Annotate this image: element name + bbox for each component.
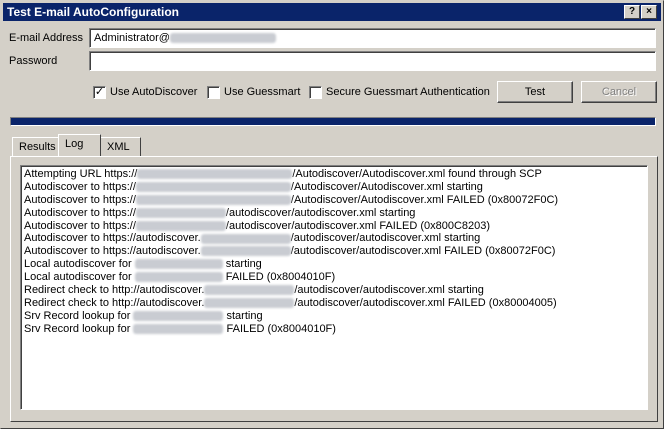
log-line[interactable]: Autodiscover to https://autodiscover. /au…	[23, 245, 645, 258]
test-button[interactable]: Test	[497, 81, 573, 103]
log-line-text: Srv Record lookup for	[24, 322, 134, 335]
log-line[interactable]: Attempting URL https:// /Autodiscover/Aut…	[23, 168, 645, 181]
log-line[interactable]: Autodiscover to https:// /Autodiscover/Au…	[23, 194, 645, 207]
redacted-host	[204, 298, 295, 308]
log-line[interactable]: Redirect check to http://autodiscover. /a…	[23, 297, 645, 310]
log-line-text: starting	[222, 258, 262, 271]
password-field[interactable]	[89, 51, 656, 71]
log-line-text: Local autodiscover for	[24, 271, 135, 284]
log-list[interactable]: Attempting URL https:// /Autodiscover/Aut…	[20, 165, 648, 410]
window-title: Test E-mail AutoConfiguration	[7, 5, 179, 19]
redacted-host	[135, 194, 291, 205]
log-line-text: Autodiscover to https://autodiscover.	[24, 232, 201, 245]
log-line[interactable]: Srv Record lookup for starting	[23, 310, 645, 323]
redacted-host	[134, 259, 223, 270]
cancel-button[interactable]: Cancel	[581, 81, 657, 103]
redacted-host	[204, 285, 295, 296]
log-line-text: Local autodiscover for	[24, 258, 135, 271]
secure-guessmart-checkbox[interactable]	[309, 86, 322, 99]
redacted-host	[133, 310, 224, 321]
log-panel: Attempting URL https:// /Autodiscover/Aut…	[10, 156, 658, 422]
log-line-text: Redirect check to http://autodiscover.	[24, 284, 205, 297]
log-line-text: Autodiscover to https://	[24, 219, 136, 232]
log-line-text: Autodiscover to https://autodiscover.	[24, 245, 201, 258]
log-line-text: /Autodiscover/Autodiscover.xml FAILED (0…	[290, 193, 559, 206]
use-guessmart-label[interactable]: Use Guessmart	[224, 86, 300, 98]
redacted-host	[200, 246, 291, 257]
log-line-text: FAILED (0x8004010F)	[222, 271, 336, 284]
progress-bar-fill	[11, 118, 655, 125]
redacted-host	[135, 181, 291, 192]
email-value: Administrator@	[94, 32, 170, 44]
log-line[interactable]: Autodiscover to https:// /autodiscover/au…	[23, 207, 645, 220]
log-line[interactable]: Autodiscover to https:// /autodiscover/au…	[23, 220, 645, 233]
log-line[interactable]: Autodiscover to https:// /Autodiscover/Au…	[23, 181, 645, 194]
log-line[interactable]: Local autodiscover for FAILED (0x8004010…	[23, 271, 645, 284]
log-line[interactable]: Local autodiscover for starting	[23, 258, 645, 271]
password-label: Password	[9, 55, 58, 67]
log-line-text: Srv Record lookup for	[24, 309, 134, 322]
log-line-text: /autodiscover/autodiscover.xml starting	[290, 232, 481, 245]
log-line-text: /autodiscover/autodiscover.xml starting	[294, 284, 484, 297]
log-line-text: Autodiscover to https://	[24, 193, 136, 206]
check-mark-icon: ✓	[94, 86, 105, 98]
email-field[interactable]: Administrator@	[89, 28, 656, 48]
progress-bar	[10, 117, 656, 126]
dialog-window: Test E-mail AutoConfiguration ? × E-mail…	[0, 0, 664, 429]
redacted-host	[133, 323, 224, 334]
help-button[interactable]: ?	[624, 5, 640, 19]
email-label: E-mail Address	[9, 32, 83, 44]
use-autodiscover-label[interactable]: Use AutoDiscover	[110, 86, 197, 98]
title-bar: Test E-mail AutoConfiguration ? ×	[3, 3, 661, 21]
log-line-text: /autodiscover/autodiscover.xml starting	[225, 206, 416, 219]
log-line-text: FAILED (0x8004010F)	[223, 322, 336, 335]
log-line-text: /autodiscover/autodiscover.xml FAILED (0…	[294, 296, 557, 309]
log-line[interactable]: Autodiscover to https://autodiscover. /au…	[23, 232, 645, 245]
log-line-text: /Autodiscover/Autodiscover.xml found thr…	[292, 168, 542, 180]
log-line-text: Autodiscover to https://	[24, 206, 136, 219]
log-line-text: Autodiscover to https://	[24, 180, 136, 193]
secure-guessmart-label[interactable]: Secure Guessmart Authentication	[326, 86, 490, 98]
log-line[interactable]: Redirect check to http://autodiscover. /a…	[23, 284, 645, 297]
log-line-text: /Autodiscover/Autodiscover.xml starting	[290, 180, 483, 193]
use-guessmart-checkbox[interactable]	[207, 86, 220, 99]
log-line-text: Redirect check to http://autodiscover.	[24, 296, 205, 309]
close-icon: ×	[646, 6, 652, 17]
use-autodiscover-checkbox[interactable]: ✓	[93, 86, 106, 99]
tab-results[interactable]: Results	[12, 137, 63, 156]
redacted-host	[135, 207, 226, 218]
redacted-host	[134, 272, 223, 283]
log-line[interactable]: Srv Record lookup for FAILED (0x8004010F…	[23, 323, 645, 336]
log-line-text: /autodiscover/autodiscover.xml FAILED (0…	[290, 245, 556, 258]
log-line-text: /autodiscover/autodiscover.xml FAILED (0…	[225, 219, 491, 232]
redacted-host	[200, 233, 291, 244]
tab-xml[interactable]: XML	[100, 137, 141, 156]
redacted-host	[135, 220, 226, 231]
tab-log[interactable]: Log	[58, 134, 101, 156]
close-button[interactable]: ×	[641, 5, 657, 19]
redacted-host	[137, 169, 293, 180]
log-line-text: Attempting URL https://	[24, 168, 138, 180]
log-line-text: starting	[223, 309, 263, 322]
redacted-domain	[169, 33, 276, 44]
help-icon: ?	[628, 6, 636, 17]
